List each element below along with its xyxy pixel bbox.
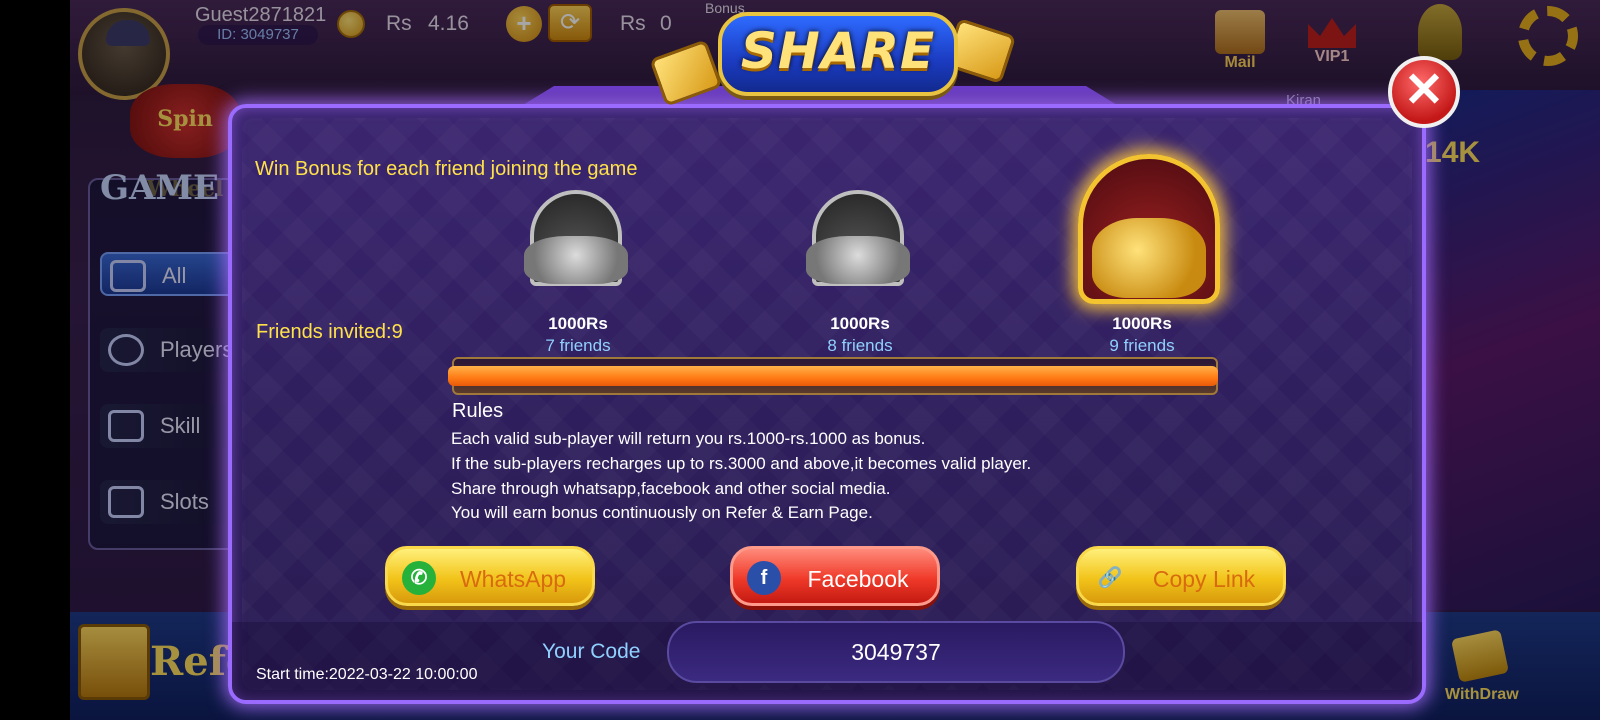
game-screen: Guest2871821 ID: 3049737 Rs 4.16 + ⟳ Rs … (0, 0, 1600, 720)
copy-link-button[interactable]: 🔗 Copy Link (1076, 546, 1286, 606)
whatsapp-label: WhatsApp (459, 566, 567, 592)
facebook-label: Facebook (807, 566, 909, 592)
reward-friends: 7 friends (545, 336, 611, 355)
rule-line: You will earn bonus continuously on Refe… (451, 503, 873, 522)
silver-coins-icon (524, 236, 628, 284)
start-time: Start time:2022-03-22 10:00:00 (256, 666, 478, 683)
rules-title: Rules (452, 400, 504, 422)
share-modal (228, 104, 1426, 704)
win-bonus-text: Win Bonus for each friend joining the ga… (255, 158, 638, 180)
rule-line: If the sub-players recharges up to rs.30… (451, 454, 1032, 473)
your-code-label: Your Code (542, 640, 641, 663)
link-icon: 🔗 (1097, 567, 1123, 589)
progress-fill (448, 366, 1218, 386)
close-button[interactable]: ✕ (1388, 56, 1460, 128)
rule-line: Each valid sub-player will return you rs… (451, 429, 926, 448)
reward-amount: 1000Rs (830, 314, 890, 333)
whatsapp-icon: ✆ (402, 561, 436, 595)
facebook-icon: f (747, 561, 781, 595)
rule-line: Share through whatsapp,facebook and othe… (451, 479, 891, 498)
facebook-button[interactable]: f Facebook (730, 546, 940, 606)
reward-friends: 9 friends (1109, 336, 1175, 355)
reward-amount: 1000Rs (1112, 314, 1172, 333)
referral-code[interactable]: 3049737 (667, 621, 1125, 683)
modal-title: SHARE (740, 22, 936, 80)
silver-coins-icon (806, 236, 910, 284)
copy-link-label: Copy Link (1152, 566, 1256, 592)
gold-coins-icon (1092, 218, 1206, 298)
reward-amount: 1000Rs (548, 314, 608, 333)
reward-friends: 8 friends (827, 336, 893, 355)
whatsapp-button[interactable]: ✆ WhatsApp (385, 546, 595, 606)
friends-invited: Friends invited:9 (256, 321, 403, 343)
